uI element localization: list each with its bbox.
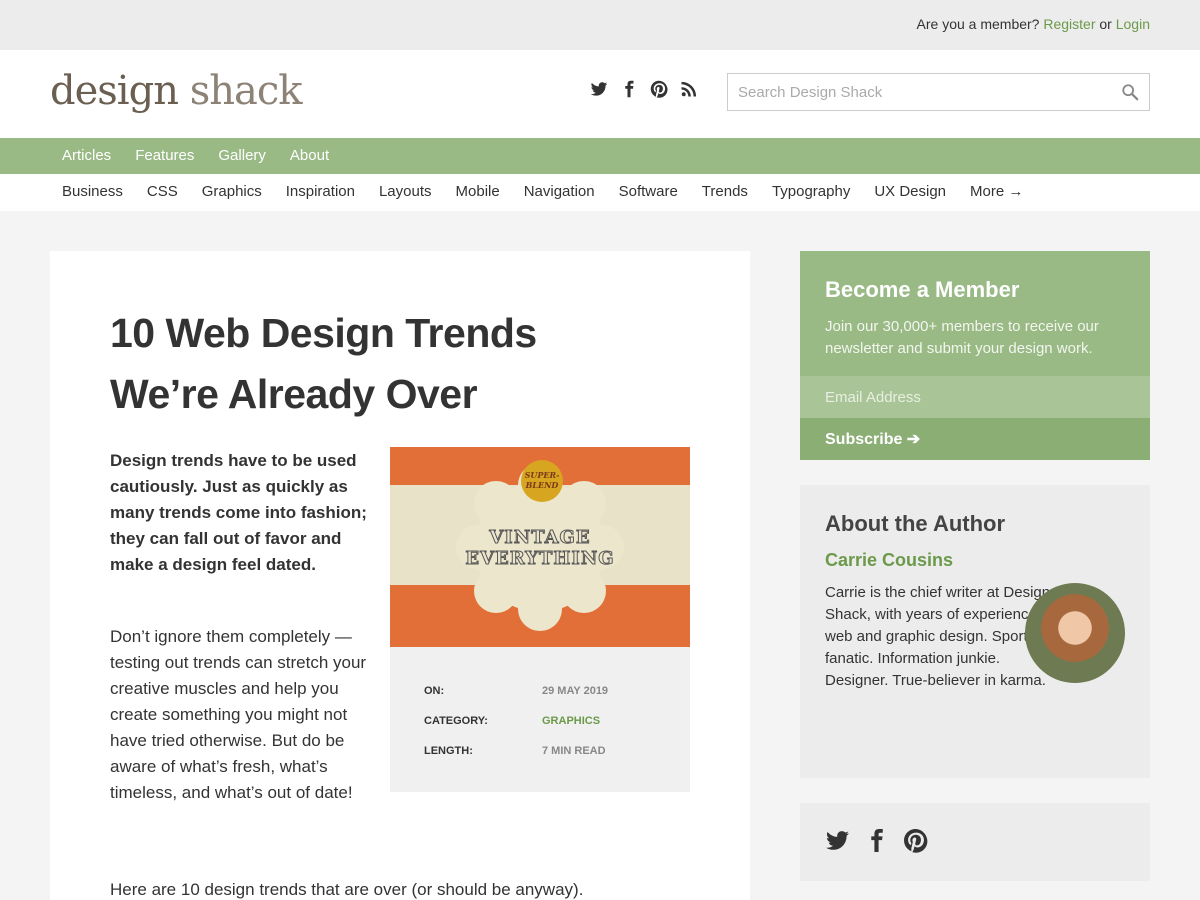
twitter-icon[interactable] (590, 80, 608, 98)
nav-item-articles[interactable]: Articles (50, 138, 123, 174)
rss-icon[interactable] (680, 80, 698, 98)
search-icon[interactable] (1121, 83, 1139, 101)
pinterest-icon[interactable] (650, 80, 668, 98)
category-graphics[interactable]: Graphics (190, 174, 274, 211)
category-css[interactable]: CSS (135, 174, 190, 211)
badge-text-2: BLEND (525, 480, 559, 490)
nav-item-features[interactable]: Features (123, 138, 206, 174)
vintage-badge-graphic: SUPER- BLEND VINTAGE EVERYTHING (456, 460, 624, 631)
newsletter-description: Join our 30,000+ members to receive our … (825, 318, 1099, 357)
category-ux-design[interactable]: UX Design (862, 174, 958, 211)
share-box (800, 803, 1150, 881)
nav-item-about[interactable]: About (278, 138, 341, 174)
meta-label-date: ON: (424, 685, 445, 697)
author-box: About the Author Carrie Cousins Carrie i… (800, 485, 1150, 778)
author-avatar (1025, 583, 1125, 683)
meta-label-length: LENGTH: (424, 745, 473, 757)
login-link[interactable]: Login (1116, 16, 1150, 32)
main-nav: Articles Features Gallery About (0, 138, 1200, 174)
newsletter-signup: Become a Member Join our 30,000+ members… (800, 251, 1150, 460)
category-nav: Business CSS Graphics Inspiration Layout… (0, 174, 1200, 211)
article-paragraph: Don’t ignore them completely — testing o… (110, 627, 367, 802)
newsletter-title: Become a Member (825, 277, 1020, 302)
meta-label-category: CATEGORY: (424, 715, 488, 727)
search-box (727, 73, 1150, 111)
search-input[interactable] (728, 74, 1108, 110)
article-lead: Design trends have to be used cautiously… (110, 451, 367, 574)
register-link[interactable]: Register (1043, 16, 1095, 32)
nav-item-gallery[interactable]: Gallery (206, 138, 278, 174)
category-layouts[interactable]: Layouts (367, 174, 444, 211)
meta-value-date: 29 MAY 2019 (542, 685, 609, 697)
category-typography[interactable]: Typography (760, 174, 862, 211)
twitter-icon[interactable] (825, 828, 850, 853)
badge-text-1: SUPER- (525, 470, 560, 480)
meta-value-length: 7 MIN READ (542, 745, 606, 757)
author-name[interactable]: Carrie Cousins (825, 550, 953, 571)
site-logo[interactable]: design shack (50, 68, 303, 114)
facebook-icon[interactable] (864, 828, 889, 853)
logo-word-design: design (50, 68, 179, 114)
category-mobile[interactable]: Mobile (444, 174, 512, 211)
article-title: 10 Web Design Trends We’re Already Over (110, 310, 537, 417)
category-inspiration[interactable]: Inspiration (274, 174, 367, 211)
article-card: 10 Web Design Trends We’re Already Over … (50, 251, 750, 900)
category-more[interactable]: More → (958, 174, 1035, 211)
category-business[interactable]: Business (50, 174, 135, 211)
facebook-icon[interactable] (620, 80, 638, 98)
subscribe-button[interactable]: Subscribe ➔ (800, 418, 1150, 460)
category-software[interactable]: Software (607, 174, 690, 211)
top-bar: Are you a member? Register or Login (0, 0, 1200, 50)
image-text-everything: EVERYTHING (465, 548, 614, 569)
email-field[interactable] (800, 376, 1150, 418)
featured-image: SUPER- BLEND VINTAGE EVERYTHING (390, 447, 690, 647)
category-navigation[interactable]: Navigation (512, 174, 607, 211)
header-social-links (590, 80, 698, 98)
or-text: or (1099, 16, 1112, 32)
member-prompt-text: Are you a member? (916, 16, 1040, 32)
meta-value-category[interactable]: GRAPHICS (542, 715, 600, 727)
site-header: design shack (0, 50, 1200, 138)
member-prompt: Are you a member? Register or Login (917, 16, 1150, 32)
category-trends[interactable]: Trends (690, 174, 760, 211)
author-heading: About the Author (825, 511, 1006, 536)
image-text-vintage: VINTAGE (488, 527, 590, 548)
logo-word-shack: shack (189, 68, 303, 114)
pinterest-icon[interactable] (903, 828, 928, 853)
article-meta: ON: 29 MAY 2019 CATEGORY: GRAPHICS LENGT… (390, 647, 690, 792)
article-paragraph-2: Here are 10 design trends that are over … (110, 880, 584, 899)
